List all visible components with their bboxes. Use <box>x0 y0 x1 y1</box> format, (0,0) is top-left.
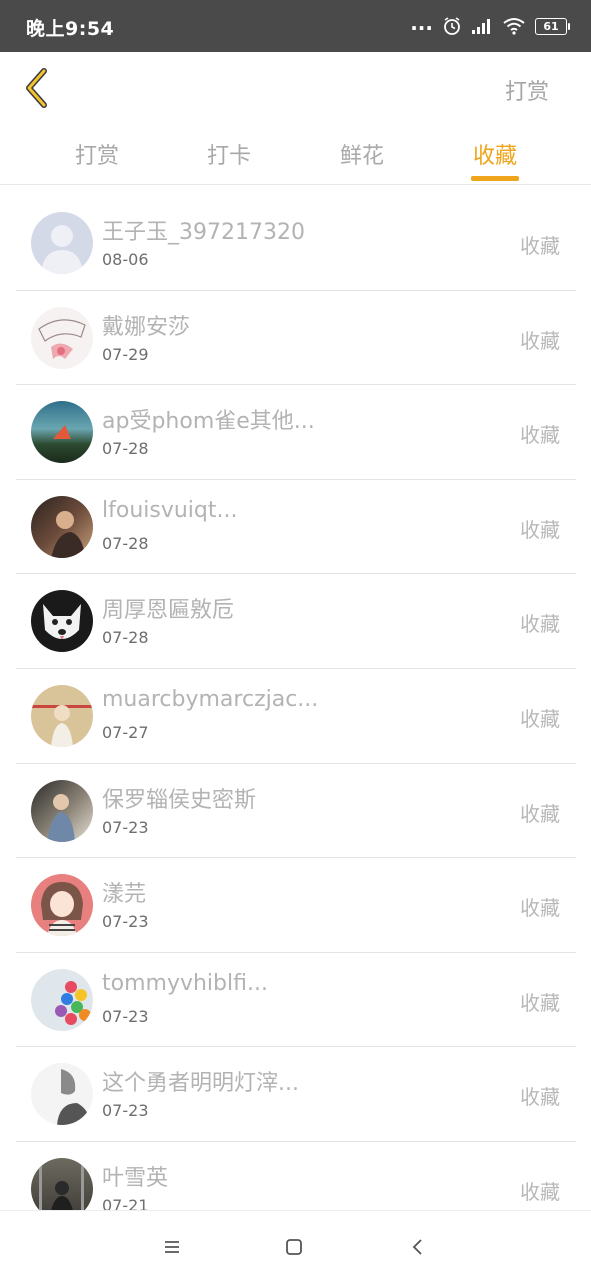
favorite-label: 收藏 <box>520 801 560 826</box>
tab-bar: 打赏 打卡 鲜花 收藏 <box>0 124 591 185</box>
favorites-list: 王子玉_397217320 08-06 收藏 戴娜安莎 07-29 收藏 ap受… <box>16 196 576 1210</box>
user-name: 叶雪英 <box>102 1165 169 1191</box>
date: 07-27 <box>102 722 149 742</box>
date: 07-23 <box>102 912 149 932</box>
avatar <box>31 306 93 369</box>
avatar <box>31 212 93 274</box>
avatar <box>31 1063 93 1126</box>
favorite-label: 收藏 <box>520 990 560 1015</box>
avatar <box>31 495 93 558</box>
user-name: tommyvhiblfi... <box>102 970 268 996</box>
tab-checkin[interactable]: 打卡 <box>163 138 295 170</box>
list-item[interactable]: lfouisvuiqt... 07-28 收藏 <box>16 480 576 575</box>
favorite-label: 收藏 <box>520 1179 560 1204</box>
favorite-label: 收藏 <box>520 896 560 921</box>
user-name: 保罗辎侯史密斯 <box>102 787 257 813</box>
wifi-icon <box>503 18 525 35</box>
user-name: 王子玉_397217320 <box>102 220 305 245</box>
back-button[interactable] <box>18 66 58 110</box>
list-item[interactable]: 这个勇者明明灯滓... 07-23 收藏 <box>16 1047 576 1142</box>
user-name: ap受phom雀e其他... <box>102 409 315 435</box>
date: 07-23 <box>102 1101 149 1121</box>
menu-button[interactable] <box>158 1233 186 1261</box>
favorite-label: 收藏 <box>520 1085 560 1110</box>
list-item[interactable]: ap受phom雀e其他... 07-28 收藏 <box>16 385 576 480</box>
favorite-label: 收藏 <box>520 234 560 258</box>
menu-icon <box>165 1241 179 1253</box>
status-icons: ... 61 <box>410 11 570 38</box>
avatar <box>31 1157 93 1210</box>
battery-icon: 61 <box>535 17 570 35</box>
system-back-button[interactable] <box>404 1233 432 1261</box>
back-icon <box>412 1239 422 1255</box>
status-bar: 晚上9:54 ... 61 <box>0 0 591 52</box>
avatar <box>31 590 93 653</box>
favorite-label: 收藏 <box>520 423 560 448</box>
date: 07-21 <box>102 1195 149 1210</box>
status-time: 晚上9:54 <box>26 18 115 40</box>
user-name: 戴娜安莎 <box>102 314 191 340</box>
alarm-icon <box>444 17 460 35</box>
tab-flowers[interactable]: 鲜花 <box>296 138 428 170</box>
user-name: muarcbymarczjac... <box>102 686 319 712</box>
user-name: 漾芫 <box>102 882 147 908</box>
date: 08-06 <box>102 250 149 269</box>
avatar <box>31 968 93 1031</box>
list-item[interactable]: 戴娜安莎 07-29 收藏 <box>16 291 576 386</box>
list-item[interactable]: 叶雪英 07-21 收藏 <box>16 1142 576 1210</box>
list-item[interactable]: muarcbymarczjac... 07-27 收藏 <box>16 669 576 764</box>
user-name: lfouisvuiqt... <box>102 497 238 523</box>
avatar <box>31 684 93 747</box>
home-icon <box>286 1239 302 1255</box>
list-item[interactable]: 王子玉_397217320 08-06 收藏 <box>16 196 576 291</box>
avatar <box>31 779 93 842</box>
list-item[interactable]: 漾芫 07-23 收藏 <box>16 858 576 953</box>
user-name: 周厚恩匾敫卮 <box>102 598 235 624</box>
tab-reward[interactable]: 打赏 <box>31 138 163 170</box>
more-dots: ... <box>410 11 433 35</box>
avatar <box>31 401 93 464</box>
favorite-label: 收藏 <box>520 706 560 731</box>
date: 07-23 <box>102 817 149 837</box>
system-nav-bar <box>0 1210 591 1281</box>
user-name: 这个勇者明明灯滓... <box>102 1071 299 1097</box>
list-item[interactable]: tommyvhiblfi... 07-23 收藏 <box>16 953 576 1048</box>
header: 打赏 <box>0 52 591 124</box>
avatar <box>31 874 93 937</box>
date: 07-29 <box>102 344 149 364</box>
date: 07-23 <box>102 1006 149 1026</box>
favorite-label: 收藏 <box>520 328 560 353</box>
signal-icon <box>472 19 490 34</box>
active-tab-indicator <box>471 176 519 181</box>
date: 07-28 <box>102 628 149 648</box>
chevron-left-icon <box>26 68 47 108</box>
home-button[interactable] <box>280 1233 308 1261</box>
favorite-label: 收藏 <box>520 517 560 542</box>
list-item[interactable]: 保罗辎侯史密斯 07-23 收藏 <box>16 764 576 859</box>
tab-favorites[interactable]: 收藏 <box>429 138 561 170</box>
list-item[interactable]: 周厚恩匾敫卮 07-28 收藏 <box>16 574 576 669</box>
reward-button[interactable]: 打赏 <box>505 74 549 106</box>
favorite-label: 收藏 <box>520 612 560 637</box>
date: 07-28 <box>102 439 149 459</box>
date: 07-28 <box>102 533 149 553</box>
